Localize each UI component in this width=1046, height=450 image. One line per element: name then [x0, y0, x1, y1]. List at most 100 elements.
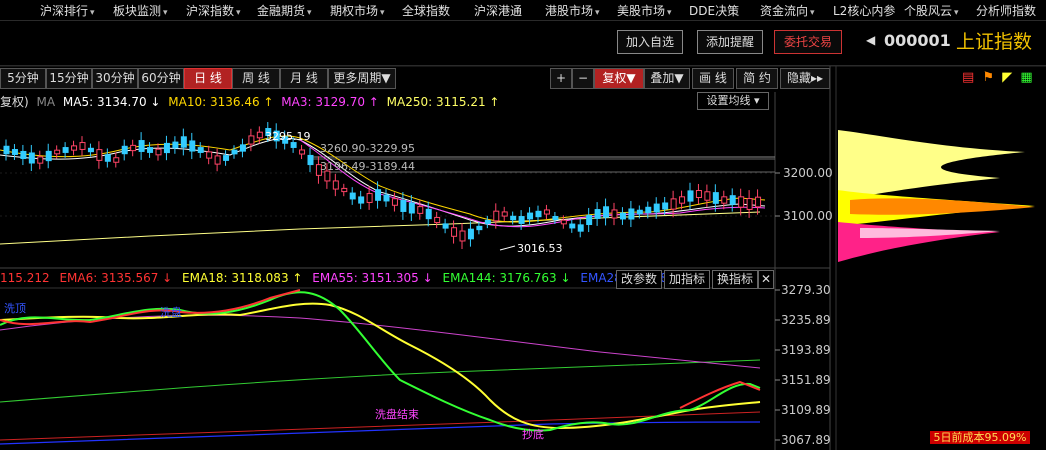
candle-body: [467, 228, 474, 240]
candle-body: [484, 219, 491, 225]
ema-legend: 115.212 EMA6: 3135.567 ↓ EMA18: 3118.083…: [0, 271, 693, 287]
candle-body: [712, 192, 719, 204]
candle-body: [645, 206, 652, 214]
candle-body: [113, 157, 120, 163]
candle-body: [560, 219, 567, 225]
cost-distribution-label: 5日前成本95.09%: [930, 431, 1030, 444]
axis-upper-3200: 3200.00: [783, 166, 833, 180]
candle-body: [662, 202, 669, 210]
candle-body: [518, 216, 525, 224]
candle-body: [755, 196, 762, 208]
candle-body: [121, 145, 128, 155]
ema-prev-value: 115.212: [0, 271, 50, 285]
candle-body: [611, 209, 618, 219]
switch-indicator-button[interactable]: 换指标: [712, 270, 758, 289]
candle-body: [96, 149, 103, 161]
candle-body: [71, 145, 78, 151]
add-indicator-button[interactable]: 加指标: [664, 270, 710, 289]
change-params-button[interactable]: 改参数: [616, 270, 662, 289]
candle-body: [231, 149, 238, 155]
candle-body: [11, 149, 18, 155]
candle-body: [20, 150, 27, 160]
axis-lower-5: 3067.89: [781, 433, 831, 447]
candle-body: [375, 189, 382, 201]
chart-icon[interactable]: ▦: [1020, 70, 1032, 85]
candle-body: [577, 224, 584, 232]
chart-canvas: 3295.19 3260.90-3229.95 3196.49-3189.44 …: [0, 65, 1046, 450]
candle-body: [147, 147, 154, 153]
candle-body: [180, 136, 187, 148]
candle-body: [299, 149, 306, 155]
candle-body: [417, 206, 424, 214]
candle-body: [206, 151, 213, 159]
candle-body: [87, 147, 94, 153]
candle-body: [290, 142, 297, 148]
axis-lower-4: 3109.89: [781, 403, 831, 417]
candle-body: [332, 180, 339, 190]
candle-body: [535, 210, 542, 218]
candle-body: [256, 131, 263, 139]
candle-body: [155, 148, 162, 156]
candle-body: [679, 196, 686, 204]
candle-body: [636, 209, 643, 215]
axis-lower-3: 3151.89: [781, 373, 831, 387]
candle-body: [569, 223, 576, 229]
candle-body: [189, 140, 196, 152]
candle-body: [366, 193, 373, 203]
candle-body: [687, 190, 694, 202]
candle-body: [729, 195, 736, 205]
candle-body: [307, 154, 314, 166]
candle-body: [628, 208, 635, 220]
candle-body: [442, 223, 449, 229]
candle-body: [425, 208, 432, 220]
candle-body: [619, 212, 626, 220]
candle-body: [603, 206, 610, 218]
candle-body: [45, 150, 52, 162]
low-annotation: 3016.53: [517, 242, 563, 255]
candle-body: [79, 142, 86, 150]
wash-top-label: 洗顶: [4, 302, 26, 315]
pointer-icon[interactable]: ◤: [1002, 70, 1012, 85]
candle-body: [704, 191, 711, 201]
candle-body: [3, 145, 10, 155]
candle-body: [104, 154, 111, 162]
candle-body: [197, 147, 204, 153]
candle-body: [434, 216, 441, 224]
candle-body: [459, 230, 466, 242]
candle-body: [400, 200, 407, 212]
candle-body: [527, 212, 534, 220]
candle-body: [28, 152, 35, 164]
candle-body: [54, 149, 61, 155]
bars-icon[interactable]: ▤: [962, 70, 974, 85]
axis-upper-3100: 3100.00: [783, 209, 833, 223]
candle-body: [695, 190, 702, 198]
candle-body: [391, 198, 398, 206]
candle-body: [223, 155, 230, 161]
zone1-label: 3260.90-3229.95: [320, 142, 415, 155]
candle-body: [37, 156, 44, 164]
right-panel-toolbar: ▤ ⚑ ◤ ▦: [962, 70, 1033, 85]
candle-body: [383, 194, 390, 202]
candle-body: [501, 211, 508, 217]
candle-body: [358, 196, 365, 204]
candle-body: [738, 196, 745, 208]
candle-body: [239, 144, 246, 152]
high-annotation: 3295.19: [265, 130, 311, 143]
wash-end-label: 洗盘结束: [375, 407, 419, 421]
candle-body: [138, 140, 145, 152]
candle-body: [543, 209, 550, 215]
candle-body: [214, 155, 221, 165]
close-indicator-icon[interactable]: ✕: [758, 270, 774, 289]
axis-lower-0: 3279.30: [781, 283, 831, 297]
flag-icon[interactable]: ⚑: [982, 70, 994, 85]
candle-body: [586, 214, 593, 226]
candle-body: [476, 225, 483, 231]
candle-body: [163, 142, 170, 154]
candle-body: [653, 203, 660, 213]
candle-body: [451, 227, 458, 237]
candle-body: [670, 198, 677, 210]
candle-body: [130, 144, 137, 152]
candle-body: [493, 210, 500, 222]
axis-lower-2: 3193.89: [781, 343, 831, 357]
ema55-value: EMA55: 3151.305 ↓: [312, 271, 433, 285]
